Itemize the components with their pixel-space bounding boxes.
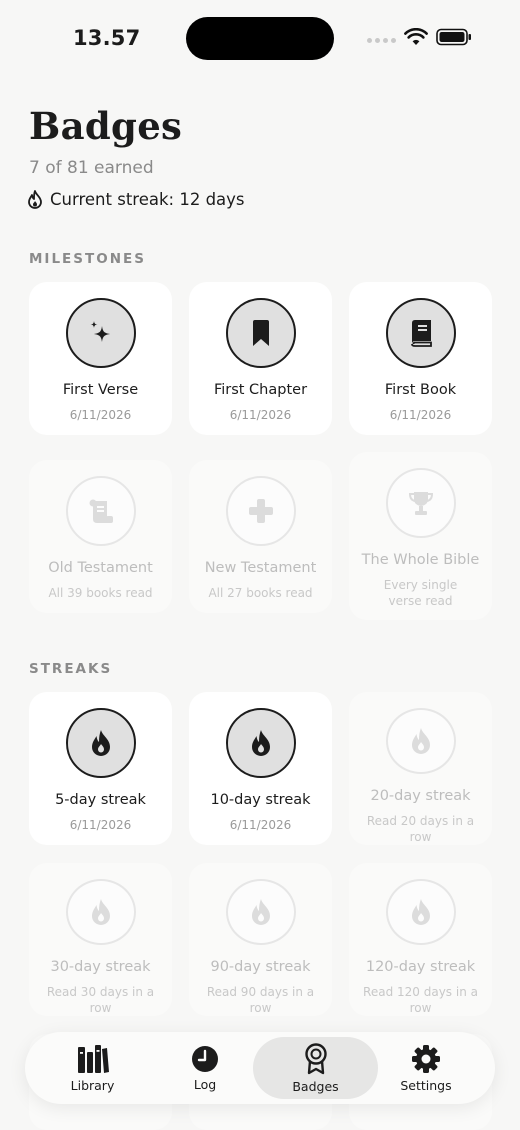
badge-description: Read 90 days in a row [206, 985, 315, 1015]
badge-medallion [65, 708, 136, 778]
badge-description: Every single verse read [383, 578, 458, 608]
badge-name: 90-day streak [210, 959, 311, 975]
badge-date: 6/11/2026 [389, 408, 452, 422]
badge-medallion [65, 298, 136, 368]
flame-icon [91, 899, 110, 925]
badge-date: 6/11/2026 [69, 408, 132, 422]
library-icon [77, 1044, 109, 1073]
badges-screen: 13.57 Badges 7 of 81 earned Current stre… [0, 0, 520, 1130]
badge-card-120-day-streak[interactable]: 120-day streak Read 120 days in a row [349, 863, 492, 1016]
tab-label: Log [193, 1076, 217, 1092]
badge-card-90-day-streak[interactable]: 90-day streak Read 90 days in a row [189, 863, 332, 1016]
battery-icon [436, 28, 471, 46]
flame-icon [91, 730, 110, 756]
badge-medallion [385, 468, 456, 538]
section-label-milestones: MILESTONES [29, 251, 146, 267]
cellular-signal-icon [367, 37, 396, 43]
badge-card-first-chapter[interactable]: First Chapter 6/11/2026 [189, 282, 332, 435]
badge-date: 6/11/2026 [69, 818, 132, 832]
tab-library[interactable]: Library [35, 1032, 150, 1104]
flame-icon [251, 730, 270, 756]
badge-name: 5-day streak [55, 792, 146, 808]
badge-card-first-book[interactable]: First Book 6/11/2026 [349, 282, 492, 435]
badge-name: 120-day streak [365, 959, 476, 975]
tab-log[interactable]: Log [150, 1032, 260, 1104]
tab-label: Badges [292, 1078, 339, 1094]
earned-count: 7 of 81 earned [29, 158, 154, 178]
badge-description: All 39 books read [48, 586, 153, 600]
dynamic-island [186, 17, 334, 60]
badge-name: First Verse [62, 382, 139, 398]
tab-badges[interactable]: Badges [253, 1037, 378, 1099]
badge-medallion [225, 298, 296, 368]
clock-icon [192, 1045, 218, 1072]
badge-card-20-day-streak[interactable]: 20-day streak Read 20 days in a row [349, 692, 492, 845]
badge-description: All 27 books read [208, 586, 313, 600]
tab-label: Settings [400, 1077, 452, 1093]
badge-icon [304, 1042, 327, 1074]
badge-card-whole-bible[interactable]: The Whole Bible Every single verse read [349, 452, 492, 620]
bookmark-icon [252, 320, 269, 346]
badge-medallion [225, 708, 296, 778]
flame-icon [411, 728, 430, 754]
badge-name: First Chapter [213, 382, 308, 398]
trophy-icon [408, 492, 433, 515]
badge-description: Read 120 days in a row [363, 985, 478, 1015]
badge-name: New Testament [204, 560, 317, 576]
badge-date: 6/11/2026 [229, 818, 292, 832]
badge-medallion [225, 879, 296, 945]
badge-medallion [385, 879, 456, 945]
badge-medallion [65, 879, 136, 945]
sparkle-icon [90, 321, 110, 342]
badge-card-5-day-streak[interactable]: 5-day streak 6/11/2026 [29, 692, 172, 845]
status-time: 13.57 [73, 26, 141, 50]
badge-card-new-testament[interactable]: New Testament All 27 books read [189, 460, 332, 613]
book-icon [410, 320, 432, 347]
badge-medallion [385, 708, 456, 774]
tab-settings[interactable]: Settings [370, 1032, 482, 1104]
badge-card-10-day-streak[interactable]: 10-day streak 6/11/2026 [189, 692, 332, 845]
page-title: Badges [29, 104, 183, 148]
badge-description: Read 30 days in a row [46, 985, 155, 1015]
badge-card-first-verse[interactable]: First Verse 6/11/2026 [29, 282, 172, 435]
badge-name: 30-day streak [50, 959, 151, 975]
cross-icon [248, 499, 273, 523]
flame-icon [28, 190, 42, 209]
badge-medallion [385, 298, 456, 368]
status-icons [367, 28, 472, 46]
section-label-streaks: STREAKS [29, 661, 113, 677]
flame-icon [251, 899, 270, 925]
tab-bar: Library Log Badges Settings [25, 1032, 495, 1104]
badge-card-30-day-streak[interactable]: 30-day streak Read 30 days in a row [29, 863, 172, 1016]
badge-name: 20-day streak [370, 788, 471, 804]
scroll-icon [89, 499, 113, 523]
badge-name: Old Testament [48, 560, 153, 576]
badge-name: First Book [384, 382, 457, 398]
badge-medallion [65, 476, 136, 546]
badge-medallion [225, 476, 296, 546]
wifi-icon [404, 28, 428, 45]
badge-name: The Whole Bible [361, 552, 480, 568]
current-streak: Current streak: 12 days [27, 190, 245, 209]
tab-label: Library [70, 1077, 115, 1093]
badge-card-old-testament[interactable]: Old Testament All 39 books read [29, 460, 172, 613]
gear-icon [412, 1044, 440, 1073]
badge-date: 6/11/2026 [229, 408, 292, 422]
badge-name: 10-day streak [210, 792, 311, 808]
badge-description: Read 20 days in a row [366, 814, 475, 844]
current-streak-text: Current streak: 12 days [50, 190, 245, 209]
flame-icon [411, 899, 430, 925]
